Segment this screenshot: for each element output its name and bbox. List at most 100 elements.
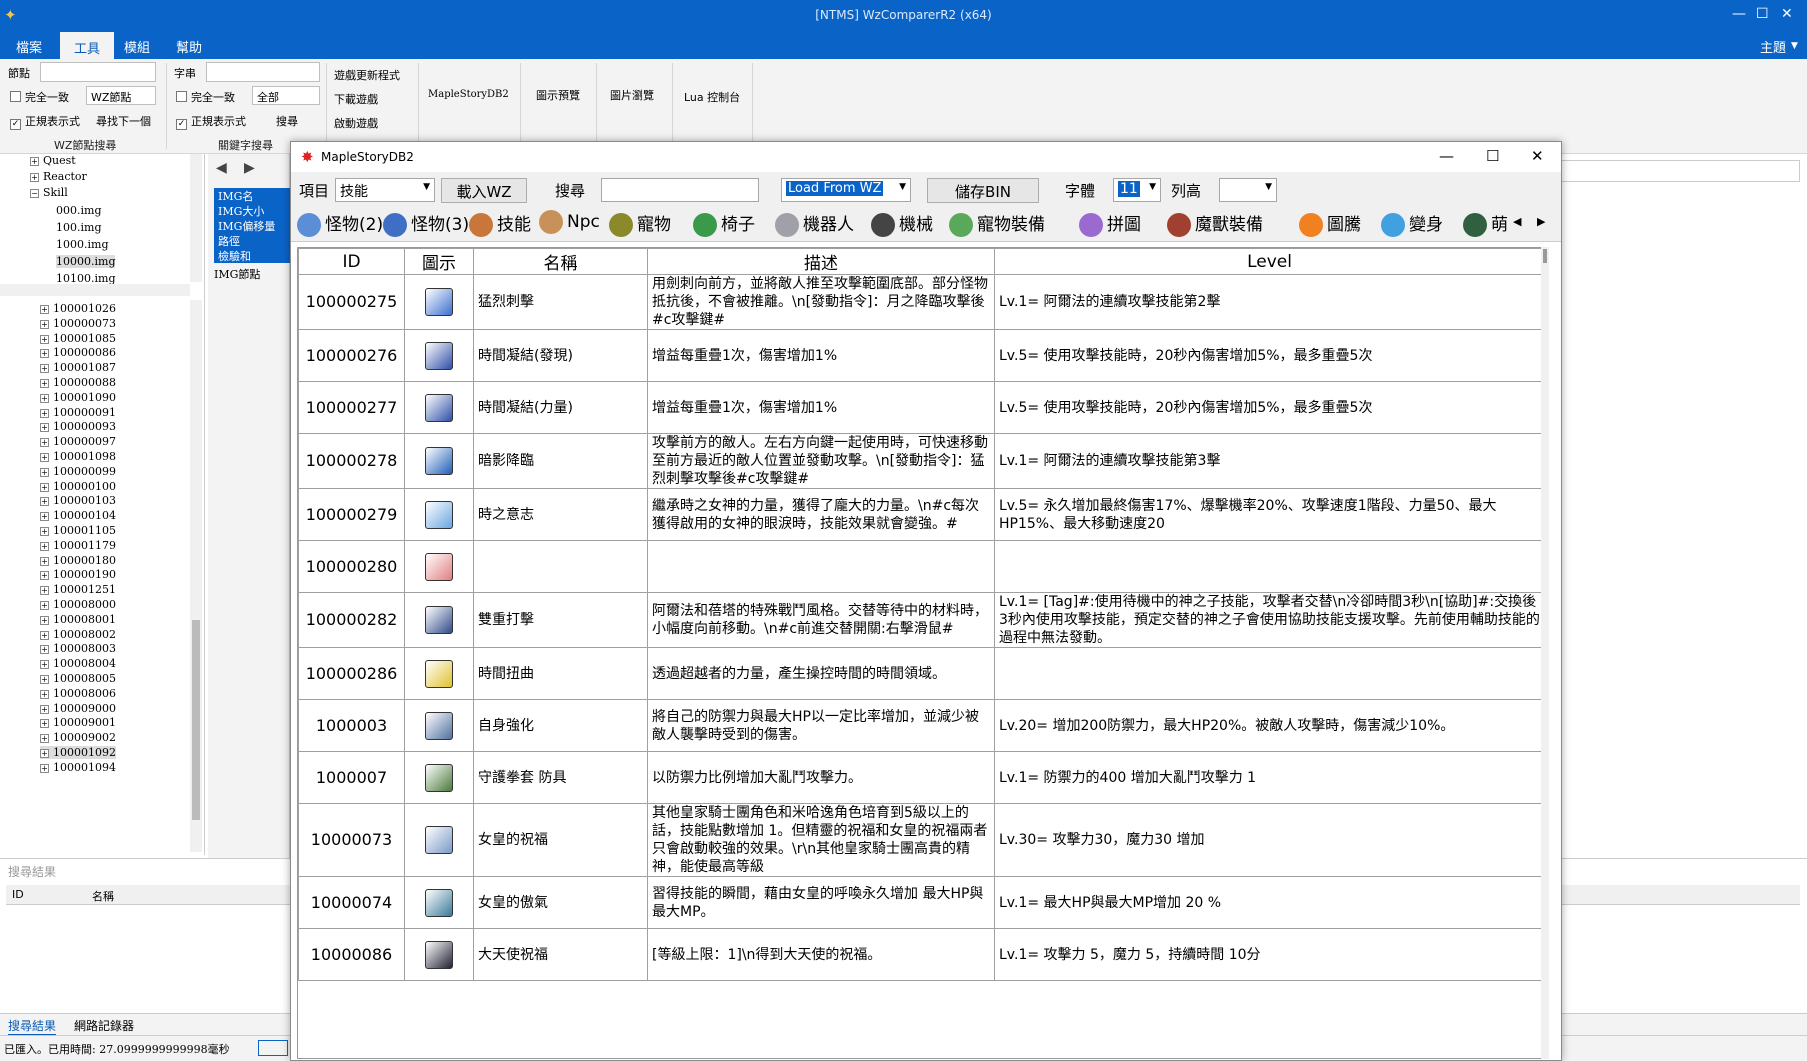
string-exact-checkbox[interactable]: 完全一致: [176, 89, 235, 105]
font-size-select[interactable]: 11 ▼: [1113, 178, 1161, 202]
tab-category[interactable]: 怪物(3): [383, 210, 469, 237]
tree-node[interactable]: +100001026: [40, 302, 116, 315]
menu-help[interactable]: 幫助: [176, 37, 202, 56]
tree-node[interactable]: +100008004: [40, 657, 116, 670]
tree-node[interactable]: +100008006: [40, 687, 116, 700]
tree-node[interactable]: +100008002: [40, 628, 116, 641]
table-scrollbar[interactable]: [1541, 247, 1549, 1059]
tab-category[interactable]: 變身: [1381, 210, 1443, 237]
right-input[interactable]: [1560, 160, 1800, 182]
table-row[interactable]: 100000276 時間凝結(發現) 增益每重疊1次，傷害增加1% Lv.5= 使用攻…: [298, 329, 1545, 382]
item-select[interactable]: 技能 ▼: [335, 178, 435, 202]
tree-node[interactable]: +100001087: [40, 361, 116, 374]
dialog-maximize-icon[interactable]: ☐: [1486, 147, 1499, 165]
scroll-thumb[interactable]: [1543, 249, 1547, 263]
tree-node[interactable]: 1000.img: [56, 238, 108, 251]
tree-bottom-scrollbar[interactable]: [190, 300, 202, 852]
tab-category[interactable]: 椅子: [693, 210, 755, 237]
save-bin-button[interactable]: 儲存BIN: [927, 178, 1039, 203]
tree-node-selected[interactable]: 10000.img: [56, 255, 116, 268]
find-next-button[interactable]: 尋找下一個: [96, 113, 151, 129]
tree-node[interactable]: +100001105: [40, 524, 116, 537]
tab-prev-icon[interactable]: ◀: [1513, 215, 1521, 228]
col-desc[interactable]: 描述: [647, 248, 995, 275]
minimize-icon[interactable]: —: [1732, 6, 1746, 22]
tree-node[interactable]: +100008005: [40, 672, 116, 685]
table-row[interactable]: 1000007 守護拳套 防具 以防禦力比例增加大亂鬥攻擊力。 Lv.1= 防禦力的4…: [298, 751, 1545, 804]
tree-node[interactable]: +100000104: [40, 509, 116, 522]
table-row[interactable]: 10000074 女皇的傲氣 習得技能的瞬間，藉由女皇的呼喚永久增加 最大HP與最大…: [298, 876, 1545, 929]
table-row[interactable]: 100000278 暗影降臨 攻擊前方的敵人。左右方向鍵一起使用時，可快速移動至前方…: [298, 433, 1545, 489]
checksum-item[interactable]: 檢驗和: [214, 248, 294, 263]
tree-scrollbar[interactable]: [190, 154, 202, 282]
tree-node[interactable]: +100000073: [40, 317, 116, 330]
tab-category[interactable]: 寵物裝備: [949, 210, 1045, 237]
table-row[interactable]: 100000277 時間凝結(力量) 增益每重疊1次，傷害增加1% Lv.5= 使用攻…: [298, 381, 1545, 434]
tree-node[interactable]: +100000180: [40, 554, 116, 567]
tree-node[interactable]: +100000103: [40, 494, 116, 507]
tree-node[interactable]: +100008001: [40, 613, 116, 626]
tree-node[interactable]: +100008003: [40, 642, 116, 655]
tab-category[interactable]: 怪物(2): [297, 210, 383, 237]
table-row[interactable]: 10000073 女皇的祝福 其他皇家騎士團角色和米哈逸角色培育到5級以上的話，技能…: [298, 803, 1545, 877]
tree-node[interactable]: +100001251: [40, 583, 116, 596]
tree-hscrollbar[interactable]: [0, 284, 190, 296]
tree-node[interactable]: +100000093: [40, 420, 116, 433]
tree-node[interactable]: +100001179: [40, 539, 116, 552]
tab-category[interactable]: 魔獸裝備: [1167, 210, 1263, 237]
forward-icon[interactable]: ▶: [244, 160, 255, 176]
tab-category[interactable]: 機械: [871, 210, 933, 237]
menu-tools[interactable]: 工具: [60, 32, 115, 59]
col-name[interactable]: 名稱: [473, 248, 648, 275]
tree-node[interactable]: +100000091: [40, 406, 116, 419]
menu-file[interactable]: 檔案: [16, 37, 42, 56]
img-offset-item[interactable]: IMG偏移量: [214, 218, 294, 233]
tab-category[interactable]: 技能: [469, 210, 531, 237]
string-regex-checkbox[interactable]: ✓ 正規表示式: [176, 113, 246, 130]
tree-node[interactable]: − Skill: [30, 186, 68, 199]
maximize-icon[interactable]: ☐: [1756, 6, 1769, 22]
tree-node[interactable]: +100001085: [40, 332, 116, 345]
table-row[interactable]: 10000086 大天使祝福 [等級上限：1]\n得到大天使的祝福。 Lv.1= 攻擊…: [298, 928, 1545, 981]
launch-game-button[interactable]: 啟動遊戲: [334, 115, 378, 131]
tree-node[interactable]: +100009000: [40, 702, 116, 715]
tree-node[interactable]: +100000100: [40, 480, 116, 493]
path-item[interactable]: 路徑: [214, 233, 294, 248]
tab-category[interactable]: 圖騰: [1299, 210, 1361, 237]
close-icon[interactable]: ✕: [1781, 6, 1793, 22]
tab-category[interactable]: 拼圖: [1079, 210, 1141, 237]
table-row[interactable]: 1000003 自身強化 將自己的防禦力與最大HP以一定比率增加，並減少被敵人襲擊時…: [298, 699, 1545, 752]
string-input[interactable]: [206, 62, 320, 82]
tab-next-icon[interactable]: ▶: [1537, 215, 1545, 228]
tree-node[interactable]: +100000190: [40, 568, 116, 581]
back-icon[interactable]: ◀: [216, 160, 227, 176]
img-size-item[interactable]: IMG大小: [214, 203, 294, 218]
theme-dropdown-icon[interactable]: ▼: [1791, 41, 1798, 51]
tab-category[interactable]: 萌: [1463, 210, 1508, 237]
db2-button[interactable]: MapleStoryDB2: [428, 89, 509, 100]
img-name-item[interactable]: IMG名: [214, 188, 294, 203]
tab-category[interactable]: 寵物: [609, 210, 671, 237]
icon-preview-button[interactable]: 圖示預覽: [536, 87, 580, 103]
tree-node[interactable]: +100008000: [40, 598, 116, 611]
menu-modules[interactable]: 模組: [124, 37, 150, 56]
game-update-button[interactable]: 遊戲更新程式: [334, 67, 400, 83]
scroll-thumb[interactable]: [192, 620, 200, 820]
tree-node[interactable]: 000.img: [56, 204, 101, 217]
menu-theme[interactable]: 主題: [1760, 37, 1786, 56]
table-row[interactable]: 100000275 猛烈刺擊 用劍刺向前方，並將敵人推至攻擊範圍底部。部分怪物抵抗後…: [298, 274, 1545, 330]
tab-search-results[interactable]: 搜尋結果: [8, 1017, 57, 1036]
load-from-select[interactable]: Load From WZ ▼: [781, 178, 911, 202]
row-height-select[interactable]: ▼: [1219, 178, 1277, 202]
dialog-close-icon[interactable]: ✕: [1531, 147, 1544, 165]
scope-select[interactable]: 全部: [252, 86, 320, 105]
dialog-minimize-icon[interactable]: —: [1439, 147, 1454, 165]
node-regex-checkbox[interactable]: ✓ 正規表示式: [10, 113, 80, 130]
tree-node[interactable]: +100001092: [40, 746, 116, 759]
tree-node[interactable]: +100000088: [40, 376, 116, 389]
tab-category[interactable]: 機器人: [775, 210, 854, 237]
col-icon[interactable]: 圖示: [404, 248, 474, 275]
node-exact-checkbox[interactable]: 完全一致: [10, 89, 69, 105]
table-row[interactable]: 100000279 時之意志 繼承時之女神的力量，獲得了龐大的力量。\n#c每次獲得…: [298, 488, 1545, 541]
table-row[interactable]: 100000282 雙重打擊 阿爾法和蓓塔的特殊戰鬥風格。交替等待中的材料時，小幅度…: [298, 592, 1545, 648]
